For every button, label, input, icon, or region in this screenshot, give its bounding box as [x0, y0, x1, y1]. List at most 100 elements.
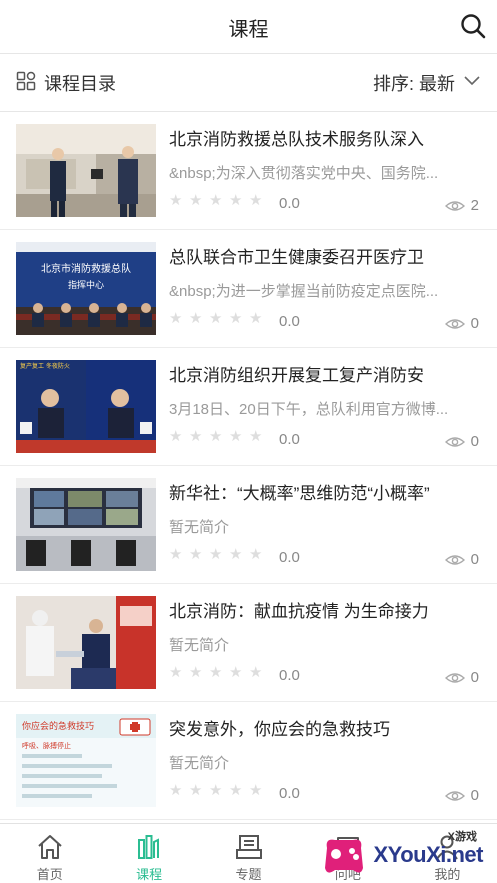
star-icon: ★	[189, 546, 203, 563]
course-desc: &nbsp;为进一步掌握当前防疫定点医院...	[169, 283, 439, 300]
rating-score: 0.0	[279, 667, 300, 684]
sort-dropdown[interactable]: 排序: 最新	[373, 70, 481, 96]
rating-score: 0.0	[279, 431, 300, 448]
filter-toolbar: 课程目录 排序: 最新	[0, 54, 497, 112]
view-count: 0	[444, 433, 479, 450]
rating-stars: ★ ★ ★ ★ ★	[169, 192, 269, 209]
course-list: 北京消防救援总队技术服务队深入 &nbsp;为深入贯彻落实党中央、国务院... …	[0, 112, 497, 820]
course-thumbnail: 北京市消防救援总队 指挥中心	[16, 242, 156, 335]
course-item[interactable]: 新华社：“大概率”思维防范“小概率” 暂无简介 ★ ★ ★ ★ ★ 0.0 0	[0, 466, 497, 584]
course-item[interactable]: 北京市消防救援总队 指挥中心 总队联合市卫生健康委召开医疗卫 &nbsp;为进一…	[0, 230, 497, 348]
star-icon: ★	[169, 664, 183, 681]
course-desc: 暂无简介	[169, 519, 230, 536]
course-title: 突发意外，你应会的急救技巧	[169, 720, 390, 739]
catalog-button[interactable]: 课程目录	[16, 70, 116, 96]
catalog-label: 课程目录	[44, 74, 116, 94]
rating-stars: ★ ★ ★ ★ ★	[169, 310, 269, 327]
view-count-value: 0	[470, 787, 479, 804]
eye-icon	[444, 790, 465, 801]
view-count: 0	[444, 669, 479, 686]
view-count-value: 2	[470, 197, 479, 214]
search-icon[interactable]	[459, 12, 487, 40]
tab-label: 专题	[235, 867, 262, 882]
course-item[interactable]: 复产复工 冬夜防火 北京消防组织开展复工复产消防安 3月18日、20日下午，总队…	[0, 348, 497, 466]
star-icon: ★	[209, 782, 223, 799]
course-title: 北京消防：献血抗疫情 为生命接力	[169, 602, 429, 621]
course-title: 总队联合市卫生健康委召开医疗卫	[169, 248, 424, 267]
eye-icon	[444, 318, 465, 329]
star-icon: ★	[189, 310, 203, 327]
view-count-value: 0	[470, 551, 479, 568]
view-count-value: 0	[470, 669, 479, 686]
home-icon	[38, 835, 62, 859]
course-item[interactable]: 北京消防：献血抗疫情 为生命接力 暂无简介 ★ ★ ★ ★ ★ 0.0 0	[0, 584, 497, 702]
chat-icon	[336, 837, 359, 858]
rating-stars: ★ ★ ★ ★ ★	[169, 546, 269, 563]
course-desc: 暂无简介	[169, 755, 230, 772]
star-icon: ★	[249, 310, 263, 327]
star-icon: ★	[169, 546, 183, 563]
course-item[interactable]: 你应会的急救技巧 呼吸、脉搏停止 突发意外，你应会的急救技巧 暂无简介 ★ ★ ★ ★…	[0, 702, 497, 820]
tab-label: 首页	[36, 867, 63, 882]
tab-label: 我的	[434, 867, 461, 882]
rating-score: 0.0	[279, 549, 300, 566]
star-icon: ★	[189, 782, 203, 799]
star-icon: ★	[209, 428, 223, 445]
star-icon: ★	[249, 782, 263, 799]
topic-icon	[235, 835, 262, 859]
poster-title: 你应会的急救技巧	[22, 720, 94, 732]
bottom-tab-bar: 首页 课程 专题 问吧 我的	[0, 823, 497, 883]
star-icon: ★	[249, 428, 263, 445]
rating-stars: ★ ★ ★ ★ ★	[169, 782, 269, 799]
star-icon: ★	[209, 664, 223, 681]
star-icon: ★	[189, 192, 203, 209]
course-desc: 暂无简介	[169, 637, 230, 654]
course-desc: 3月18日、20日下午，总队利用官方微博...	[169, 401, 449, 418]
view-count: 0	[444, 315, 479, 332]
course-desc: &nbsp;为深入贯彻落实党中央、国务院...	[169, 165, 439, 182]
course-thumbnail	[16, 596, 156, 689]
star-icon: ★	[249, 192, 263, 209]
star-icon: ★	[169, 428, 183, 445]
chevron-down-icon	[463, 74, 481, 92]
course-thumbnail: 复产复工 冬夜防火	[16, 360, 156, 453]
star-icon: ★	[189, 664, 203, 681]
star-icon: ★	[229, 192, 243, 209]
eye-icon	[444, 554, 465, 565]
star-icon: ★	[229, 782, 243, 799]
star-icon: ★	[249, 664, 263, 681]
view-count: 0	[444, 551, 479, 568]
view-count: 2	[444, 197, 479, 214]
course-icon	[138, 835, 160, 859]
grid-icon	[16, 71, 36, 96]
rating-score: 0.0	[279, 785, 300, 802]
star-icon: ★	[169, 782, 183, 799]
top-bar: 课程	[0, 0, 497, 54]
tab-home[interactable]: 首页	[0, 824, 99, 883]
tab-me[interactable]: 我的	[398, 824, 497, 883]
eye-icon	[444, 672, 465, 683]
tab-ask[interactable]: 问吧	[298, 824, 397, 883]
tab-course[interactable]: 课程	[99, 824, 198, 883]
rating-score: 0.0	[279, 195, 300, 212]
course-item[interactable]: 北京消防救援总队技术服务队深入 &nbsp;为深入贯彻落实党中央、国务院... …	[0, 112, 497, 230]
star-icon: ★	[169, 192, 183, 209]
meeting-banner-text: 北京市消防救援总队	[41, 262, 131, 275]
star-icon: ★	[209, 192, 223, 209]
user-icon	[436, 835, 459, 860]
meeting-banner-subtext: 指挥中心	[68, 279, 104, 291]
page-title: 课程	[228, 19, 269, 41]
star-icon: ★	[209, 310, 223, 327]
tab-topic[interactable]: 专题	[199, 824, 298, 883]
view-count: 0	[444, 787, 479, 804]
star-icon: ★	[229, 428, 243, 445]
view-count-value: 0	[470, 433, 479, 450]
tab-label: 问吧	[334, 867, 361, 882]
poster-subtitle: 呼吸、脉搏停止	[22, 741, 71, 750]
sort-label: 排序: 最新	[372, 74, 455, 94]
star-icon: ★	[249, 546, 263, 563]
rating-stars: ★ ★ ★ ★ ★	[169, 428, 269, 445]
eye-icon	[444, 436, 465, 447]
rating-score: 0.0	[279, 313, 300, 330]
course-title: 北京消防组织开展复工复产消防安	[169, 366, 424, 385]
